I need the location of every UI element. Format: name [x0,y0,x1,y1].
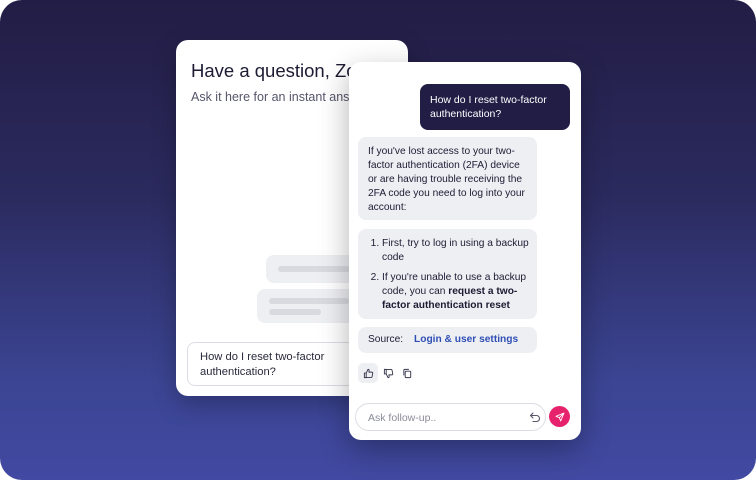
source-label: Source: [368,334,404,345]
thumbs-down-icon [383,368,393,378]
source-link[interactable]: Login & user settings [414,333,518,347]
thumbs-down-button[interactable] [378,363,398,383]
background: Have a question, Zoe Ask it here for an … [0,0,756,480]
bot-steps: First, try to log in using a backup code… [358,229,537,319]
bot-message-text: If you've lost access to your two-factor… [368,146,525,213]
step-item: First, try to log in using a backup code [382,237,529,265]
followup-input[interactable] [366,408,520,428]
chat-answer-panel: How do I reset two-factor authentication… [349,62,581,440]
user-message-text: How do I reset two-factor authentication… [430,94,547,120]
undo-icon [529,412,540,423]
bot-message: If you've lost access to your two-factor… [358,137,537,220]
source-bubble: Source: Login & user settings [358,327,537,353]
copy-button[interactable] [397,363,417,383]
undo-button[interactable] [529,410,541,423]
step-item: If you're unable to use a backup code, y… [382,271,529,313]
send-icon [555,412,564,421]
send-button[interactable] [549,406,570,427]
copy-icon [402,368,411,378]
thumbs-up-icon [363,368,373,378]
step-text: First, try to log in using a backup code [382,238,529,263]
user-message: How do I reset two-factor authentication… [420,84,570,130]
panel-title: Have a question, Zoe [191,60,367,81]
steps-list: First, try to log in using a backup code… [358,237,537,319]
thumbs-up-button[interactable] [358,363,378,383]
followup-field[interactable] [355,403,546,431]
panel-subtitle: Ask it here for an instant answ [191,90,359,104]
